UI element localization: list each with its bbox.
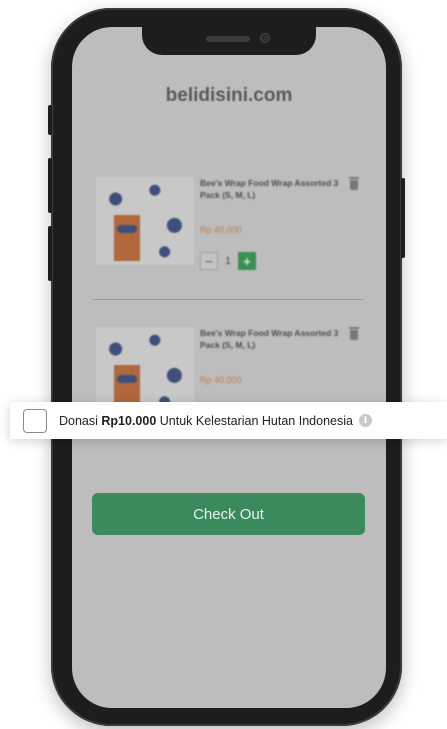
cart-item: Bee's Wrap Food Wrap Assorted 3 Pack (S,… [92, 167, 372, 277]
phone-notch [142, 27, 316, 55]
camera-icon [260, 33, 270, 43]
product-name[interactable]: Bee's Wrap Food Wrap Assorted 3 Pack (S,… [200, 177, 340, 201]
donation-prefix: Donasi [59, 413, 102, 428]
trash-icon[interactable] [349, 327, 359, 340]
phone-power-button [401, 178, 405, 258]
item-divider [92, 299, 364, 300]
checkout-button[interactable]: Check Out [92, 493, 365, 535]
phone-volume-down [48, 226, 52, 281]
product-package [114, 215, 140, 261]
speaker-grille [206, 36, 250, 42]
phone-screen: belidisini.com Bee's Wrap Food Wrap Asso… [72, 27, 386, 708]
trash-icon[interactable] [349, 177, 359, 190]
plus-icon[interactable]: + [238, 252, 256, 270]
product-price: Rp 40.000 [200, 375, 242, 385]
product-price: Rp 40.000 [200, 225, 242, 235]
product-image[interactable] [96, 177, 194, 265]
quantity-stepper: − 1 + [200, 251, 256, 271]
quantity-value: 1 [225, 255, 231, 267]
phone-volume-up [48, 158, 52, 213]
donation-option[interactable]: Donasi Rp10.000 Untuk Kelestarian Hutan … [10, 402, 447, 439]
product-name[interactable]: Bee's Wrap Food Wrap Assorted 3 Pack (S,… [200, 327, 340, 351]
donation-label: Donasi Rp10.000 Untuk Kelestarian Hutan … [59, 414, 353, 428]
donation-suffix: Untuk Kelestarian Hutan Indonesia [156, 413, 353, 428]
donation-checkbox[interactable] [23, 408, 47, 433]
minus-icon[interactable]: − [200, 252, 218, 270]
phone-side-button [48, 105, 52, 135]
donation-amount: Rp10.000 [101, 413, 157, 428]
info-icon[interactable]: i [358, 414, 372, 427]
site-title: belidisini.com [165, 85, 293, 106]
